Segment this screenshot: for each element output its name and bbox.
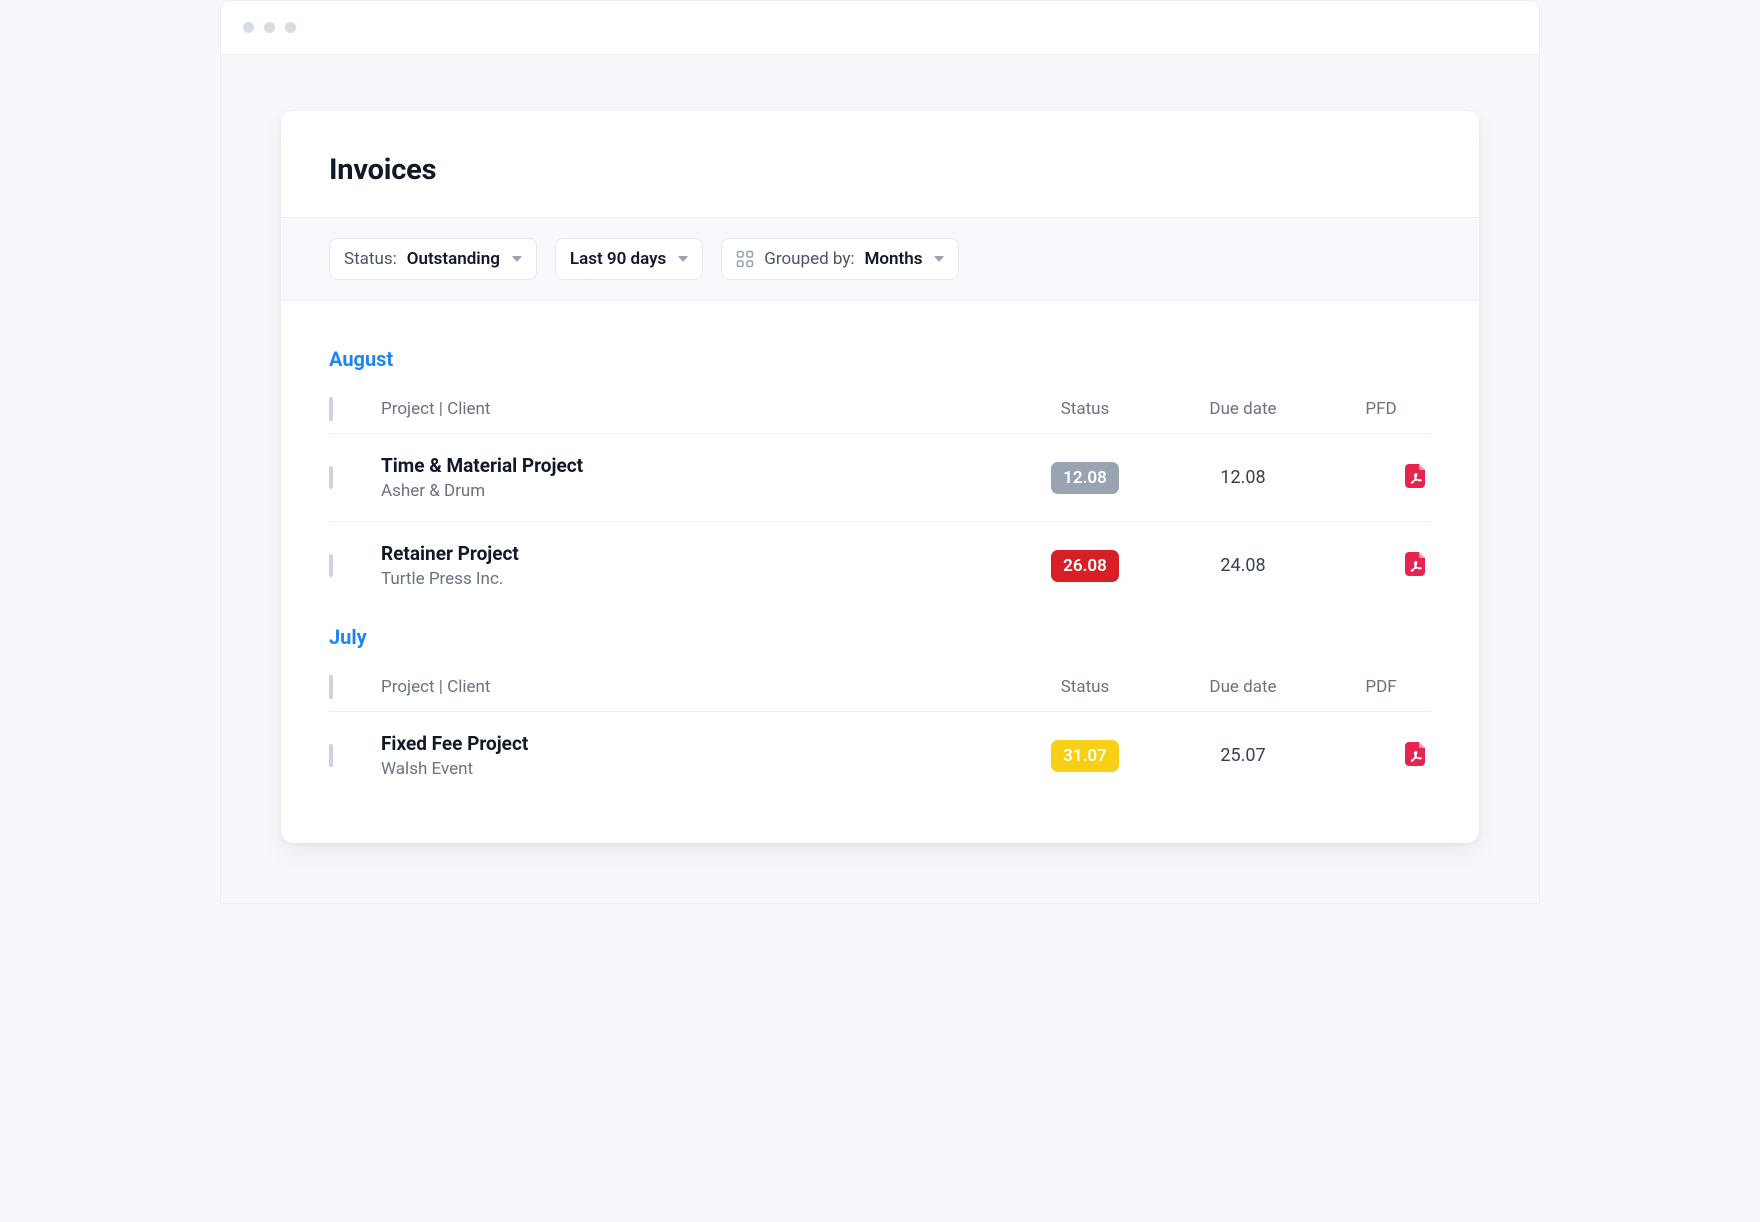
due-date-cell: 25.07 — [1163, 745, 1323, 766]
col-status: Status — [1015, 677, 1155, 697]
pdf-cell — [1331, 742, 1431, 770]
table-header: Project | Client Status Due date PFD — [329, 389, 1431, 434]
due-date-cell: 24.08 — [1163, 555, 1323, 576]
pdf-icon[interactable] — [1405, 464, 1427, 488]
chevron-down-icon — [934, 256, 944, 262]
window-dot — [264, 22, 275, 33]
window-dot — [243, 22, 254, 33]
filter-status-label: Status: — [344, 249, 397, 269]
group-title: July — [329, 625, 1431, 649]
col-pdf: PFD — [1331, 399, 1431, 419]
pdf-icon[interactable] — [1405, 552, 1427, 576]
client-name: Asher & Drum — [381, 481, 1007, 501]
row-checkbox[interactable] — [329, 466, 333, 489]
window-dot — [285, 22, 296, 33]
select-all-checkbox[interactable] — [329, 675, 333, 699]
col-due-date: Due date — [1163, 399, 1323, 419]
project-name: Time & Material Project — [381, 454, 1007, 477]
col-project-client: Project | Client — [381, 677, 1007, 697]
status-cell: 31.07 — [1015, 740, 1155, 772]
pdf-cell — [1331, 552, 1431, 580]
row-checkbox[interactable] — [329, 554, 333, 577]
table-header: Project | Client Status Due date PDF — [329, 667, 1431, 712]
stage: Invoices Status: Outstanding Last 90 day… — [221, 55, 1539, 903]
invoice-table: Project | Client Status Due date PFD Tim… — [329, 389, 1431, 609]
client-name: Walsh Event — [381, 759, 1007, 779]
project-cell: Time & Material Project Asher & Drum — [381, 454, 1007, 501]
col-pdf: PDF — [1331, 677, 1431, 697]
due-date-cell: 12.08 — [1163, 467, 1323, 488]
filter-daterange-value: Last 90 days — [570, 249, 666, 269]
chevron-down-icon — [512, 256, 522, 262]
project-name: Retainer Project — [381, 542, 1007, 565]
select-all-checkbox[interactable] — [329, 397, 333, 421]
project-name: Fixed Fee Project — [381, 732, 1007, 755]
table-row: Retainer Project Turtle Press Inc. 26.08… — [329, 522, 1431, 609]
status-cell: 12.08 — [1015, 462, 1155, 494]
card-header: Invoices — [281, 111, 1479, 217]
filter-groupby-value: Months — [865, 249, 923, 269]
page-title: Invoices — [329, 153, 1431, 187]
status-badge: 26.08 — [1051, 550, 1119, 582]
table-row: Time & Material Project Asher & Drum 12.… — [329, 434, 1431, 522]
filter-groupby-label: Grouped by: — [764, 249, 854, 269]
pdf-icon[interactable] — [1405, 742, 1427, 766]
project-cell: Fixed Fee Project Walsh Event — [381, 732, 1007, 779]
status-badge: 12.08 — [1051, 462, 1119, 494]
invoice-table: Project | Client Status Due date PDF Fix… — [329, 667, 1431, 799]
invoices-card: Invoices Status: Outstanding Last 90 day… — [281, 111, 1479, 843]
filter-status[interactable]: Status: Outstanding — [329, 238, 537, 280]
col-status: Status — [1015, 399, 1155, 419]
filter-daterange[interactable]: Last 90 days — [555, 238, 703, 280]
client-name: Turtle Press Inc. — [381, 569, 1007, 589]
grid-icon — [736, 250, 754, 268]
filter-status-value: Outstanding — [407, 249, 500, 269]
filter-groupby[interactable]: Grouped by: Months — [721, 238, 959, 280]
table-row: Fixed Fee Project Walsh Event 31.07 25.0… — [329, 712, 1431, 799]
col-project-client: Project | Client — [381, 399, 1007, 419]
filters-bar: Status: Outstanding Last 90 days — [281, 217, 1479, 301]
group-title: August — [329, 347, 1431, 371]
browser-titlebar — [221, 1, 1539, 55]
col-due-date: Due date — [1163, 677, 1323, 697]
pdf-cell — [1331, 464, 1431, 492]
project-cell: Retainer Project Turtle Press Inc. — [381, 542, 1007, 589]
status-cell: 26.08 — [1015, 550, 1155, 582]
invoice-groups-container: August Project | Client Status Due date … — [281, 301, 1479, 843]
row-checkbox[interactable] — [329, 744, 333, 767]
status-badge: 31.07 — [1051, 740, 1119, 772]
browser-frame: Invoices Status: Outstanding Last 90 day… — [220, 0, 1540, 904]
chevron-down-icon — [678, 256, 688, 262]
